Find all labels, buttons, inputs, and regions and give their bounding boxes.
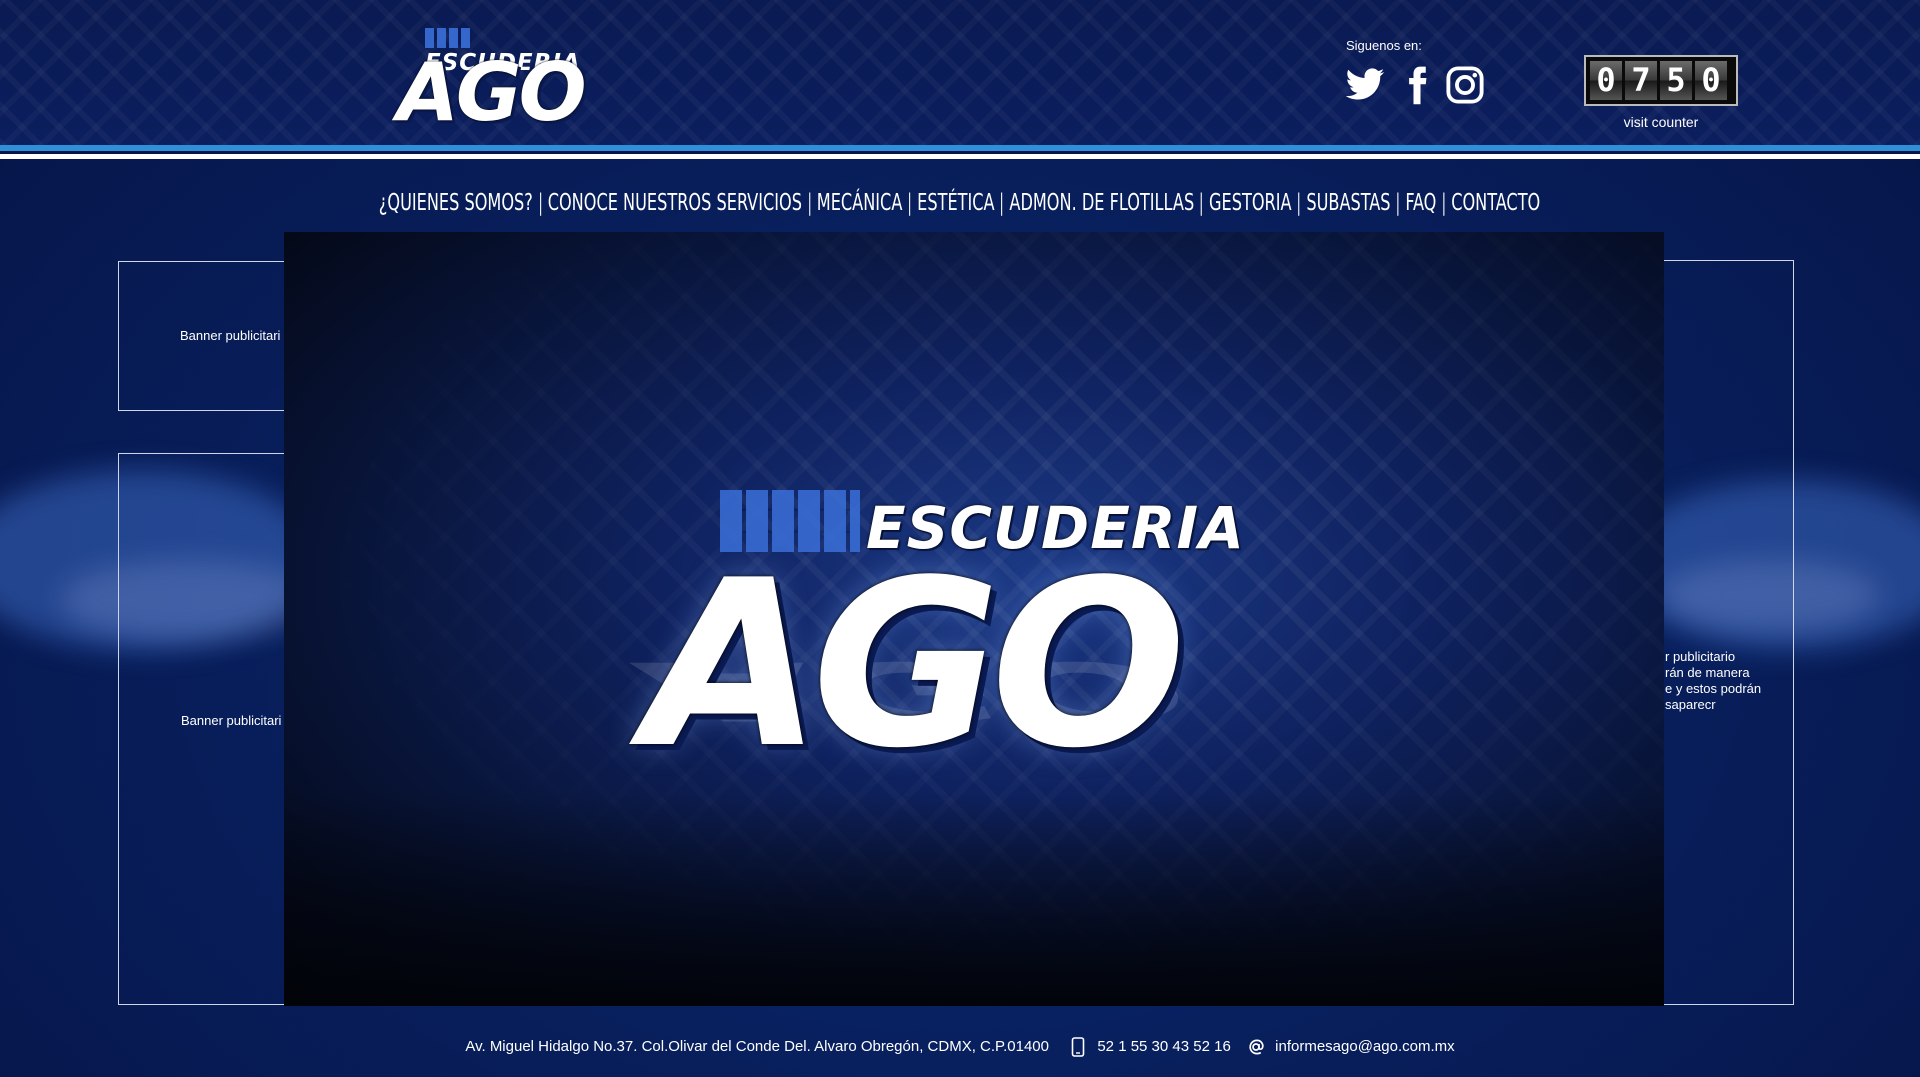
nav-faq[interactable]: FAQ bbox=[1404, 190, 1438, 216]
nav-flotillas[interactable]: ADMON. DE FLOTILLAS bbox=[1008, 190, 1196, 216]
site-logo[interactable]: ESCUDERIA AGO bbox=[397, 22, 622, 139]
visit-counter-label[interactable]: visit counter bbox=[1584, 114, 1738, 130]
banner-text: Banner publicitari bbox=[181, 713, 282, 728]
nav-separator: | bbox=[1000, 190, 1005, 216]
site-header: ESCUDERIA AGO Siguenos en: 0 7 5 0 visit… bbox=[0, 0, 1920, 146]
nav-separator: | bbox=[908, 190, 913, 216]
header-stripe bbox=[0, 154, 1920, 159]
nav-separator: | bbox=[1442, 190, 1447, 216]
banner-text-line: e y estos podrán bbox=[1665, 681, 1762, 696]
nav-mecanica[interactable]: MECÁNICA bbox=[816, 190, 905, 216]
nav-servicios[interactable]: CONOCE NUESTROS SERVICIOS bbox=[547, 190, 804, 216]
modal-logo-ago: AGO bbox=[644, 532, 1186, 799]
logo-ago: AGO bbox=[397, 46, 587, 139]
nav-separator: | bbox=[807, 190, 812, 216]
nav-gestoria[interactable]: GESTORIA bbox=[1208, 190, 1294, 216]
twitter-icon[interactable] bbox=[1344, 64, 1386, 106]
email-at-icon bbox=[1249, 1039, 1264, 1055]
banner-text-line: saparecr bbox=[1665, 697, 1716, 712]
site-footer: Av. Miguel Hidalgo No.37. Col.Olivar del… bbox=[0, 1037, 1920, 1057]
counter-digit: 0 bbox=[1695, 61, 1727, 100]
footer-email[interactable]: informesago@ago.com.mx bbox=[1275, 1038, 1454, 1055]
intro-video-modal[interactable]: ESCUDERIA AGO AGO bbox=[284, 232, 1664, 1006]
nav-separator: | bbox=[1396, 190, 1401, 216]
social-label: Siguenos en: bbox=[1346, 38, 1422, 53]
banner-text-line: r publicitario bbox=[1665, 649, 1736, 664]
main-nav: ¿QUIENES SOMOS? | CONOCE NUESTROS SERVICIO… bbox=[0, 190, 1920, 216]
nav-estetica[interactable]: ESTÉTICA bbox=[916, 190, 997, 216]
phone-icon bbox=[1071, 1037, 1085, 1057]
ad-banner-left-top[interactable]: Banner publicitari bbox=[118, 261, 286, 411]
footer-phone[interactable]: 52 1 55 30 43 52 16 bbox=[1097, 1038, 1230, 1055]
banner-text-line: rán de manera bbox=[1665, 665, 1750, 680]
nav-subastas[interactable]: SUBASTAS bbox=[1305, 190, 1392, 216]
counter-digit: 7 bbox=[1625, 61, 1657, 100]
nav-quienes-somos[interactable]: ¿QUIENES SOMOS? bbox=[378, 190, 535, 216]
footer-address: Av. Miguel Hidalgo No.37. Col.Olivar del… bbox=[465, 1037, 1049, 1055]
instagram-icon[interactable] bbox=[1444, 64, 1486, 106]
ad-banner-left-bottom[interactable]: Banner publicitari bbox=[118, 453, 286, 1005]
nav-separator: | bbox=[538, 190, 543, 216]
counter-digit: 5 bbox=[1660, 61, 1692, 100]
ad-banner-right[interactable]: r publicitario rán de manera e y estos p… bbox=[1658, 260, 1794, 1005]
nav-separator: | bbox=[1297, 190, 1302, 216]
banner-text: Banner publicitari bbox=[180, 328, 281, 343]
nav-contacto[interactable]: CONTACTO bbox=[1450, 190, 1542, 216]
nav-separator: | bbox=[1199, 190, 1205, 216]
counter-digit: 0 bbox=[1590, 61, 1622, 100]
facebook-icon[interactable] bbox=[1396, 64, 1438, 106]
visit-counter: 0 7 5 0 bbox=[1584, 55, 1738, 106]
modal-shade bbox=[284, 792, 1664, 1006]
